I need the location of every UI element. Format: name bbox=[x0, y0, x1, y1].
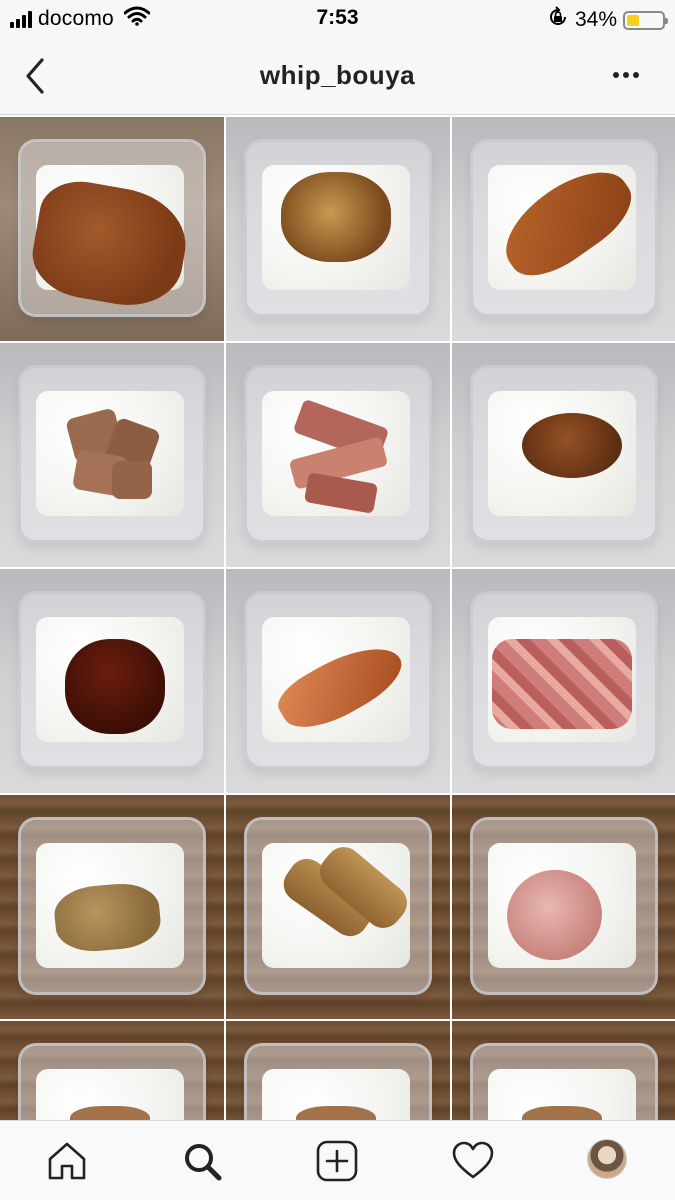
home-icon bbox=[48, 1142, 86, 1180]
more-options-button[interactable] bbox=[611, 64, 641, 86]
profile-avatar[interactable] bbox=[587, 1139, 627, 1179]
more-horizontal-icon bbox=[613, 72, 639, 78]
food-topping bbox=[522, 1106, 602, 1120]
bottom-tab-bar bbox=[0, 1120, 675, 1200]
battery-icon bbox=[623, 10, 668, 30]
food-topping bbox=[296, 1106, 376, 1120]
post-thumbnail[interactable] bbox=[452, 1021, 675, 1120]
home-tab[interactable] bbox=[45, 1139, 89, 1183]
food-topping bbox=[492, 639, 632, 729]
post-thumbnail[interactable] bbox=[0, 1021, 224, 1120]
post-thumbnail[interactable] bbox=[452, 117, 675, 341]
food-topping bbox=[65, 639, 165, 734]
profile-header: whip_bouya bbox=[0, 38, 675, 115]
post-thumbnail[interactable] bbox=[226, 569, 450, 793]
activity-heart-icon bbox=[452, 1141, 494, 1179]
post-thumbnail[interactable] bbox=[226, 343, 450, 567]
status-right: 34% bbox=[547, 6, 668, 34]
post-thumbnail[interactable] bbox=[226, 795, 450, 1019]
battery-percent: 34% bbox=[574, 8, 617, 31]
activity-tab[interactable] bbox=[451, 1139, 495, 1183]
new-post-icon bbox=[316, 1140, 358, 1182]
post-thumbnail[interactable] bbox=[452, 343, 675, 567]
post-thumbnail[interactable] bbox=[0, 569, 224, 793]
post-thumbnail[interactable] bbox=[0, 795, 224, 1019]
search-tab[interactable] bbox=[180, 1139, 224, 1183]
post-thumbnail[interactable] bbox=[226, 117, 450, 341]
search-icon bbox=[185, 1144, 222, 1181]
orientation-lock-icon bbox=[547, 6, 569, 34]
food-topping bbox=[70, 1106, 150, 1120]
post-thumbnail[interactable] bbox=[0, 117, 224, 341]
post-grid bbox=[0, 117, 675, 1120]
status-bar: docomo 7:53 34% bbox=[0, 0, 675, 38]
new-post-tab[interactable] bbox=[315, 1139, 359, 1183]
battery-fill bbox=[627, 14, 639, 26]
post-thumbnail[interactable] bbox=[226, 1021, 450, 1120]
profile-username: whip_bouya bbox=[259, 60, 416, 90]
food-topping bbox=[281, 172, 391, 262]
post-thumbnail[interactable] bbox=[452, 795, 675, 1019]
post-thumbnail[interactable] bbox=[452, 569, 675, 793]
post-thumbnail[interactable] bbox=[0, 343, 224, 567]
food-topping bbox=[112, 461, 152, 499]
food-topping bbox=[522, 413, 622, 478]
